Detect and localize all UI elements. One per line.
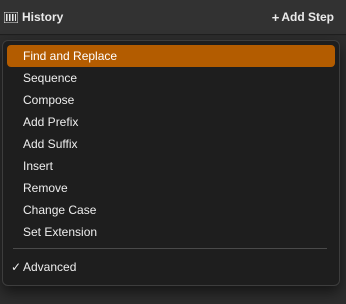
history-label: History	[22, 10, 64, 24]
menu-item-find-and-replace[interactable]: Find and Replace	[7, 45, 335, 67]
menu-item-sequence[interactable]: Sequence	[7, 67, 335, 89]
menu-item-remove[interactable]: Remove	[7, 177, 335, 199]
history-icon	[3, 11, 19, 23]
add-step-button[interactable]: + Add Step	[272, 8, 334, 26]
menu-item-label: Insert	[23, 159, 54, 173]
menu-item-label: Sequence	[23, 71, 78, 85]
menu-item-add-suffix[interactable]: Add Suffix	[7, 133, 335, 155]
menu-item-label: Compose	[23, 93, 75, 107]
menu-item-label: Find and Replace	[23, 49, 118, 63]
menu-item-label: Add Suffix	[23, 137, 78, 151]
menu-item-label: Set Extension	[23, 225, 98, 239]
menu-item-compose[interactable]: Compose	[7, 89, 335, 111]
menu-item-label: Add Prefix	[23, 115, 79, 129]
step-type-menu: Find and Replace Sequence Compose Add Pr…	[2, 40, 340, 286]
menu-item-label: Advanced	[23, 260, 77, 274]
menu-item-insert[interactable]: Insert	[7, 155, 335, 177]
menu-separator	[13, 248, 327, 249]
checkmark-icon: ✓	[11, 260, 22, 274]
menu-item-set-extension[interactable]: Set Extension	[7, 221, 335, 243]
menu-item-label: Remove	[23, 181, 68, 195]
app-window: History + Add Step Find and Replace Sequ…	[0, 0, 346, 304]
menu-item-change-case[interactable]: Change Case	[7, 199, 335, 221]
plus-icon: +	[271, 9, 280, 25]
menu-item-add-prefix[interactable]: Add Prefix	[7, 111, 335, 133]
menu-item-advanced[interactable]: ✓ Advanced	[7, 256, 335, 278]
toolbar: History + Add Step	[0, 0, 346, 35]
menu-item-label: Change Case	[23, 203, 97, 217]
add-step-label: Add Step	[281, 10, 334, 24]
history-button[interactable]: History	[3, 8, 64, 26]
